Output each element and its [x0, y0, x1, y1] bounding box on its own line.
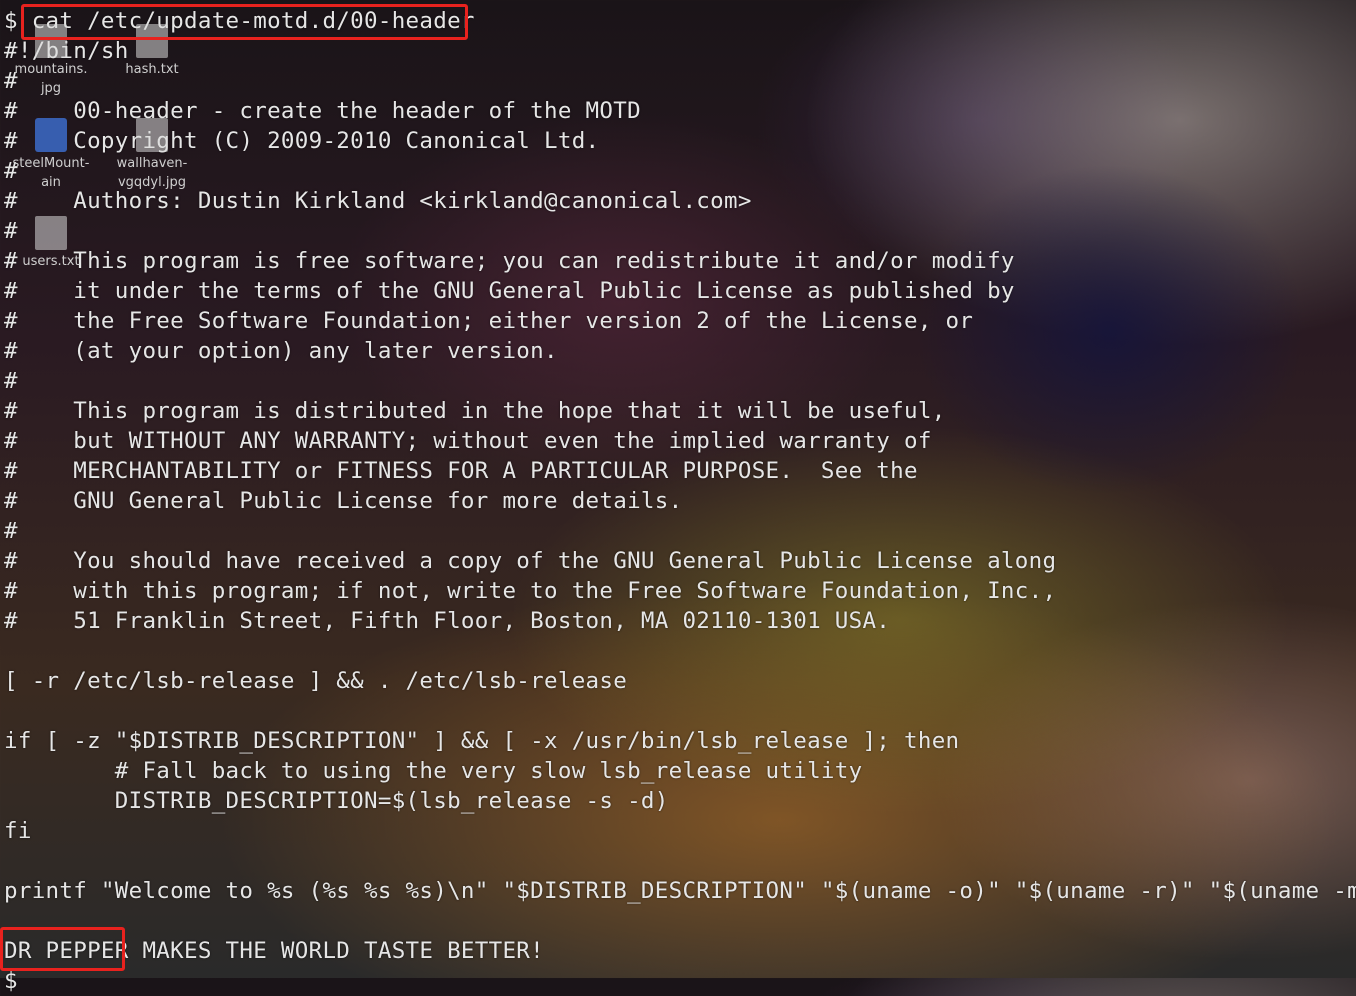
output-line: # MERCHANTABILITY or FITNESS FOR A PARTI… — [4, 458, 918, 484]
output-line: # the Free Software Foundation; either v… — [4, 308, 974, 334]
output-line: # but WITHOUT ANY WARRANTY; without even… — [4, 428, 932, 454]
output-line: DISTRIB_DESCRIPTION=$(lsb_release -s -d) — [4, 788, 669, 814]
output-line: # Authors: Dustin Kirkland <kirkland@can… — [4, 188, 752, 214]
output-line: [ -r /etc/lsb-release ] && . /etc/lsb-re… — [4, 668, 628, 694]
output-line: # — [4, 68, 18, 94]
desktop-icon-wallhaven[interactable]: wallhaven- vgqdyl.jpg — [107, 118, 197, 192]
output-line: # Fall back to using the very slow lsb_r… — [4, 758, 863, 784]
output-line: # 51 Franklin Street, Fifth Floor, Bosto… — [4, 608, 891, 634]
folder-icon — [35, 118, 67, 152]
desktop-icon-steelmountain[interactable]: steelMount- ain — [6, 118, 96, 192]
output-line: # 00-header - create the header of the M… — [4, 98, 641, 124]
terminal-output[interactable]: $ cat /etc/update-motd.d/00-header #!/bi… — [4, 6, 1356, 996]
output-line: # Copyright (C) 2009-2010 Canonical Ltd. — [4, 128, 600, 154]
output-line: # — [4, 368, 18, 394]
output-line: #!/bin/sh — [4, 36, 1356, 66]
motd-message-line: DR PEPPER MAKES THE WORLD TASTE BETTER! — [4, 938, 544, 964]
output-line: # — [4, 158, 18, 184]
motd-highlight-box — [0, 927, 125, 971]
output-line: # This program is distributed in the hop… — [4, 398, 946, 424]
output-line: # You should have received a copy of the… — [4, 548, 1057, 574]
prompt-line[interactable]: $ — [4, 966, 1356, 996]
output-line: # with this program; if not, write to th… — [4, 578, 1057, 604]
desktop-icon-users[interactable]: users.txt — [6, 216, 96, 271]
text-file-icon — [35, 216, 67, 250]
output-line: # — [4, 218, 18, 244]
output-line: # (at your option) any later version. — [4, 338, 558, 364]
image-file-icon — [136, 118, 168, 152]
output-line: # GNU General Public License for more de… — [4, 488, 683, 514]
output-line: # This program is free software; you can… — [4, 248, 1015, 274]
output-line: printf "Welcome to %s (%s %s %s)\n" "$DI… — [4, 878, 1356, 904]
output-line: if [ -z "$DISTRIB_DESCRIPTION" ] && [ -x… — [4, 728, 960, 754]
output-line: # — [4, 518, 18, 544]
output-line: fi — [4, 818, 32, 844]
output-line: # it under the terms of the GNU General … — [4, 278, 1015, 304]
command-highlight-box — [21, 4, 468, 40]
